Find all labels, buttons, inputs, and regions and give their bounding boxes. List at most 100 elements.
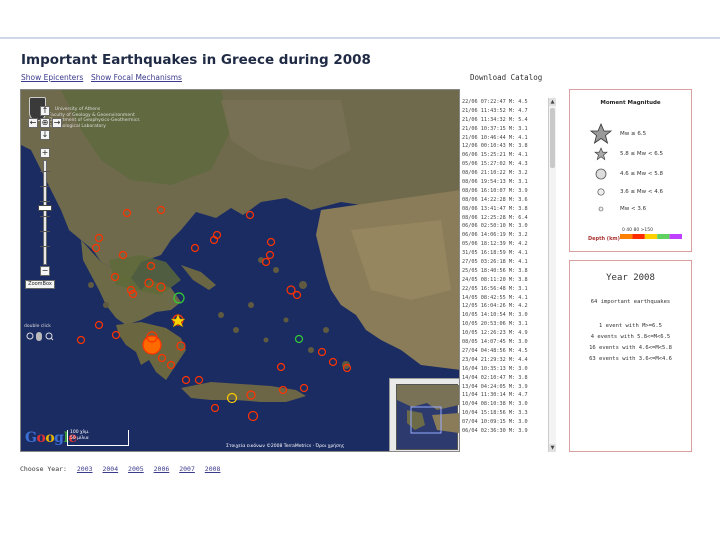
quake-marker[interactable] [76,335,86,345]
earthquake-list-item[interactable]: 08/06 14:22:28 M: 3.6 [460,196,556,205]
earthquake-list-item[interactable]: 05/06 18:12:39 M: 4.2 [460,240,556,249]
year-link-2006[interactable]: 2006 [154,465,170,473]
scrollbar-thumb[interactable] [550,108,555,168]
quake-marker[interactable] [245,210,255,220]
earthquake-list-item[interactable]: 08/06 16:10:07 M: 3.9 [460,187,556,196]
download-catalog-link[interactable]: Download Catalog [470,73,542,82]
quake-marker[interactable] [194,375,204,385]
earthquake-list-item[interactable]: 21/06 10:46:44 M: 4.1 [460,134,556,143]
quake-marker[interactable] [94,233,104,243]
earthquake-list-item[interactable]: 08/06 19:54:13 M: 3.1 [460,178,556,187]
earthquake-list-item[interactable]: 14/05 08:42:55 M: 4.1 [460,294,556,303]
earthquake-list-item[interactable]: 25/05 18:40:56 M: 3.8 [460,267,556,276]
earthquake-list-item[interactable]: 21/06 11:43:52 M: 4.7 [460,107,556,116]
scroll-down-arrow-icon[interactable]: ▼ [549,444,556,452]
quake-marker[interactable] [181,375,191,385]
quake-marker[interactable] [317,347,327,357]
earthquake-list-item[interactable]: 23/04 21:29:32 M: 4.4 [460,356,556,365]
year-link-2003[interactable]: 2003 [77,465,93,473]
quake-marker[interactable] [118,250,128,260]
earthquake-list-item[interactable]: 22/05 16:56:48 M: 3.1 [460,285,556,294]
quake-marker[interactable] [226,392,238,404]
zoom-mode-toggle[interactable] [25,331,55,341]
quake-marker[interactable] [278,385,288,395]
satellite-map[interactable]: University of Athens Faculty of Geology … [20,89,460,452]
pan-down-button[interactable]: ↓ [40,130,50,140]
quake-marker[interactable] [292,290,302,300]
overview-map[interactable] [389,378,459,451]
quake-marker[interactable] [111,330,121,340]
scroll-up-arrow-icon[interactable]: ▲ [549,98,556,106]
earthquake-list-item[interactable]: 31/05 16:18:59 M: 4.1 [460,249,556,258]
quake-marker[interactable] [190,243,200,253]
earthquake-list-item[interactable]: 27/04 04:48:56 M: 4.5 [460,347,556,356]
earthquake-list-item[interactable]: 10/04 08:10:38 M: 3.0 [460,400,556,409]
earthquake-list-item[interactable]: 10/05 12:26:23 M: 4.9 [460,329,556,338]
quake-marker[interactable] [156,282,166,292]
pan-right-button[interactable]: → [52,118,62,128]
earthquake-list-item[interactable]: 16/04 10:35:13 M: 3.0 [460,365,556,374]
earthquake-list-item[interactable]: 05/06 15:27:02 M: 4.3 [460,160,556,169]
quake-marker[interactable] [265,250,275,260]
earthquake-list-item[interactable]: 06/06 15:25:21 M: 4.1 [460,151,556,160]
show-epicenters-link[interactable]: Show Epicenters [21,73,83,82]
quake-marker[interactable] [266,237,276,247]
show-focal-mechanisms-link[interactable]: Show Focal Mechanisms [91,73,182,82]
earthquake-list-item[interactable]: 11/04 11:30:14 M: 4.7 [460,391,556,400]
earthquake-list-item[interactable]: 12/05 16:04:26 M: 4.2 [460,302,556,311]
earthquake-list-item[interactable]: 21/06 11:34:32 M: 5.4 [460,116,556,125]
year-link-2007[interactable]: 2007 [179,465,195,473]
earthquake-list-item[interactable]: 08/06 21:10:22 M: 3.2 [460,169,556,178]
zoom-slider-thumb[interactable] [38,205,52,211]
earthquake-list-item[interactable]: 06/06 14:06:19 M: 3.2 [460,231,556,240]
quake-marker[interactable] [261,257,271,267]
earthquake-list-item[interactable]: 06/04 02:36:30 M: 3.9 [460,427,556,436]
zoombox-button[interactable]: ZoomBox [25,280,55,289]
quake-marker[interactable] [156,205,166,215]
zoom-out-button[interactable]: − [40,266,50,276]
quake-marker[interactable] [110,272,120,282]
quake-marker[interactable] [342,363,352,373]
quake-marker[interactable] [94,320,104,330]
pan-left-button[interactable]: ← [28,118,38,128]
earthquake-list-item[interactable]: 08/06 12:25:28 M: 6.4 [460,214,556,223]
quake-marker[interactable] [173,292,185,304]
earthquake-list-item[interactable]: 24/05 08:11:20 M: 3.8 [460,276,556,285]
earthquake-list-item[interactable]: 10/04 15:18:56 M: 3.3 [460,409,556,418]
quake-marker[interactable] [276,362,286,372]
quake-marker-large[interactable] [142,335,162,355]
quake-marker[interactable] [294,334,304,344]
earthquake-list-item[interactable]: 08/05 14:07:45 M: 3.0 [460,338,556,347]
earthquake-list-item[interactable]: 21/06 10:37:15 M: 3.1 [460,125,556,134]
earthquake-list-item[interactable]: 06/06 02:50:10 M: 3.0 [460,222,556,231]
earthquake-list-item[interactable]: 27/05 03:26:18 M: 4.1 [460,258,556,267]
zoom-in-button[interactable]: + [40,148,50,158]
pan-up-button[interactable]: ↑ [40,106,50,116]
earthquake-list-item[interactable]: 12/06 00:10:43 M: 3.8 [460,142,556,151]
quake-marker[interactable] [247,410,259,422]
quake-marker[interactable] [246,390,256,400]
quake-marker[interactable] [299,383,309,393]
year-link-2008[interactable]: 2008 [205,465,221,473]
earthquake-list-item[interactable]: 07/04 10:09:15 M: 3.0 [460,418,556,427]
quake-marker[interactable] [157,353,167,363]
quake-marker[interactable] [91,243,101,253]
earthquake-list-scrollbar[interactable]: ▲ ▼ [548,98,556,452]
quake-marker[interactable] [176,341,186,351]
zoom-slider-track[interactable] [40,160,50,265]
earthquake-list-item[interactable]: 22/06 07:22:47 M: 4.5 [460,98,556,107]
year-link-2005[interactable]: 2005 [128,465,144,473]
quake-marker[interactable] [146,261,156,271]
earthquake-list-item[interactable]: 13/04 04:24:05 M: 3.9 [460,383,556,392]
earthquake-list-item[interactable]: 08/06 13:41:47 M: 3.8 [460,205,556,214]
quake-marker[interactable] [328,357,338,367]
year-link-2004[interactable]: 2004 [102,465,118,473]
earthquake-list-item[interactable]: 10/05 14:10:54 M: 3.0 [460,311,556,320]
earthquake-list[interactable]: 22/06 07:22:47 M: 4.5 21/06 11:43:52 M: 4… [460,98,556,452]
quake-marker[interactable] [122,208,132,218]
quake-marker[interactable] [210,403,220,413]
quake-marker[interactable] [144,278,154,288]
earthquake-list-item[interactable]: 10/05 20:53:06 M: 3.1 [460,320,556,329]
earthquake-list-item[interactable]: 14/04 02:10:47 M: 3.8 [460,374,556,383]
quake-marker[interactable] [166,360,176,370]
